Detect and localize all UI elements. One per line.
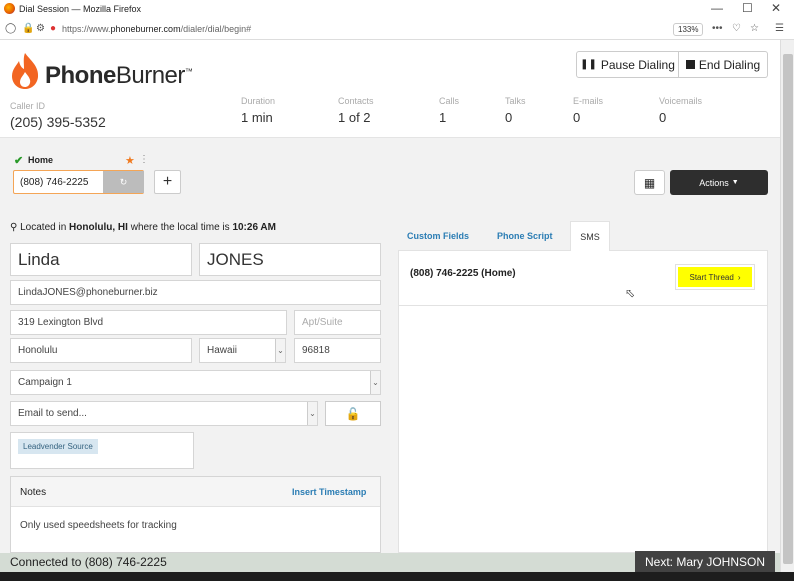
caret-down-icon: ▼ <box>731 179 739 186</box>
primary-star-icon[interactable]: ★ <box>125 154 135 167</box>
state-select[interactable]: Hawaii ⌄ <box>199 338 286 363</box>
tag-leadvender-source[interactable]: Leadvender Source <box>18 439 98 454</box>
first-name-field[interactable]: Linda <box>10 243 192 276</box>
os-taskbar <box>0 572 794 581</box>
unlock-icon: 🔓 <box>345 406 361 421</box>
page-actions-icon[interactable]: ••• <box>712 23 723 34</box>
phone-number-value: (808) 746-2225 <box>20 177 89 188</box>
window-title: Dial Session — Mozilla Firefox <box>19 4 142 14</box>
stat-contacts-value: 1 of 2 <box>338 110 371 125</box>
url-field[interactable]: https://www.phoneburner.com/dialer/dial/… <box>62 24 251 34</box>
stat-calls-value: 1 <box>439 110 447 125</box>
phone-options-icon[interactable]: ⋮ <box>139 154 149 165</box>
caller-id-label: Caller ID <box>10 101 46 111</box>
maximize-icon[interactable]: ☐ <box>742 1 753 15</box>
pause-icon: ❚❚ <box>580 59 597 70</box>
lock-icon[interactable]: 🔒 <box>22 23 34 34</box>
stat-voicemails-value: 0 <box>659 110 667 125</box>
address-field[interactable]: 319 Lexington Blvd <box>10 310 287 335</box>
start-thread-button[interactable]: Start Thread › <box>678 267 752 287</box>
notes-panel: Notes Insert Timestamp Only used speedsh… <box>10 476 381 553</box>
add-phone-button[interactable]: + <box>154 170 181 194</box>
dialer-header: PhoneBurner™ Caller ID (205) 395-5352 Du… <box>0 40 780 138</box>
close-icon[interactable]: ✕ <box>771 1 781 15</box>
stat-calls-label: Calls <box>439 96 460 106</box>
phone-type-label: Home <box>28 155 54 165</box>
stat-contacts-label: Contacts <box>338 96 374 106</box>
end-dialing-button[interactable]: End Dialing <box>679 51 768 78</box>
phone-number-box[interactable]: (808) 746-2225 ↻ <box>13 170 144 194</box>
menu-icon[interactable]: ☰ <box>775 23 784 34</box>
firefox-icon <box>4 3 15 14</box>
chevron-down-icon: ⌄ <box>307 402 317 425</box>
grid-icon: ▦ <box>643 175 656 190</box>
microphone-icon[interactable]: ● <box>50 23 56 34</box>
pause-dialing-button[interactable]: ❚❚ Pause Dialing <box>576 51 679 78</box>
page-scrollbar[interactable] <box>780 40 794 572</box>
stat-duration-label: Duration <box>241 96 276 106</box>
next-contact-button[interactable]: Next: Mary JOHNSON <box>635 551 775 572</box>
sms-phone-line: (808) 746-2225 (Home) <box>410 268 516 279</box>
apt-suite-field[interactable]: Apt/Suite <box>294 310 381 335</box>
last-name-field[interactable]: JONES <box>199 243 381 276</box>
insert-timestamp-link[interactable]: Insert Timestamp <box>292 487 366 497</box>
tab-sms[interactable]: SMS <box>570 221 610 251</box>
tab-phone-script[interactable]: Phone Script <box>497 231 553 241</box>
phoneburner-flame-icon <box>12 53 39 89</box>
tab-custom-fields[interactable]: Custom Fields <box>407 231 469 241</box>
contact-workspace: ✔ Home ★ ⋮ (808) 746-2225 ↻ + ▦ Actions ▼… <box>0 138 780 553</box>
browser-titlebar: Dial Session — Mozilla Firefox — ☐ ✕ <box>0 0 794 18</box>
notes-title: Notes <box>20 487 47 498</box>
stop-icon <box>685 60 695 69</box>
stat-duration-value: 1 min <box>241 110 273 125</box>
pocket-icon[interactable]: ♡ <box>732 23 741 34</box>
connected-status: Connected to (808) 746-2225 <box>10 555 167 569</box>
email-field[interactable]: LindaJONES@phoneburner.biz <box>10 280 381 305</box>
actions-button[interactable]: Actions ▼ <box>670 170 768 195</box>
start-thread-wrapper: Start Thread › <box>675 264 755 290</box>
bookmark-star-icon[interactable]: ☆ <box>750 23 759 34</box>
notes-text[interactable]: Only used speedsheets for tracking <box>20 520 177 531</box>
tags-box[interactable]: Leadvender Source <box>10 432 194 469</box>
caller-id-value: (205) 395-5352 <box>10 114 106 130</box>
zip-field[interactable]: 96818 <box>294 338 381 363</box>
chevron-down-icon: ⌄ <box>275 339 285 362</box>
checkmark-icon: ✔ <box>14 155 24 167</box>
stat-talks-label: Talks <box>505 96 526 106</box>
unlock-button[interactable]: 🔓 <box>325 401 381 426</box>
minimize-icon[interactable]: — <box>711 1 723 15</box>
chevron-right-icon: › <box>737 272 741 282</box>
tracking-shield-icon[interactable]: ◯ <box>5 23 16 34</box>
stat-talks-value: 0 <box>505 110 513 125</box>
location-line: ⚲ Located in Honolulu, HI where the loca… <box>10 222 276 233</box>
grid-view-button[interactable]: ▦ <box>634 170 665 195</box>
city-field[interactable]: Honolulu <box>10 338 192 363</box>
email-template-select[interactable]: Email to send... ⌄ <box>10 401 318 426</box>
campaign-select[interactable]: Campaign 1 ⌄ <box>10 370 381 395</box>
mouse-cursor-icon: ⬁ <box>625 286 636 300</box>
sms-panel: (808) 746-2225 (Home) Start Thread › ⬁ <box>398 250 768 553</box>
stat-emails-label: E-mails <box>573 96 604 106</box>
stat-voicemails-label: Voicemails <box>659 96 703 106</box>
phoneburner-logo: PhoneBurner™ <box>45 62 193 89</box>
location-pin-icon: ⚲ <box>10 222 18 233</box>
chevron-down-icon: ⌄ <box>370 371 380 394</box>
zoom-level[interactable]: 133% <box>673 23 704 36</box>
permissions-icon[interactable]: ⚙ <box>36 23 45 34</box>
stat-emails-value: 0 <box>573 110 581 125</box>
call-phone-icon[interactable]: ↻ <box>103 171 144 193</box>
scrollbar-thumb[interactable] <box>783 54 793 564</box>
browser-urlbar: ◯ 🔒 ⚙ ● https://www.phoneburner.com/dial… <box>0 18 794 40</box>
